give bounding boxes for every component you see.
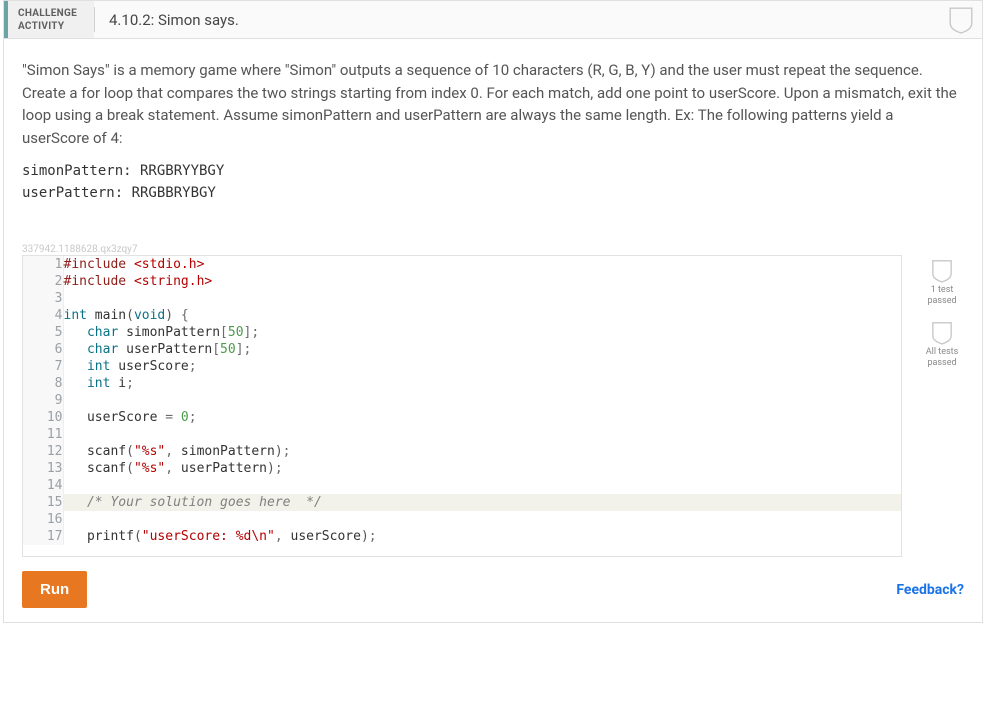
code-line[interactable]: 9 — [23, 392, 901, 409]
gutter: 5 — [23, 324, 63, 341]
code-line[interactable]: 11 — [23, 426, 901, 443]
code-line[interactable]: 6 char userPattern[50]; — [23, 341, 901, 358]
problem-description: "Simon Says" is a memory game where "Sim… — [4, 39, 982, 153]
code-editor-scroll[interactable]: 1#include <stdio.h>2#include <string.h>3… — [23, 256, 901, 556]
gutter: 1 — [23, 256, 63, 273]
code-line[interactable]: 17 printf("userScore: %d\n", userScore); — [23, 528, 901, 545]
gutter: 2 — [23, 273, 63, 290]
gutter: 11 — [23, 426, 63, 443]
challenge-activity-panel: CHALLENGE ACTIVITY 4.10.2: Simon says. "… — [3, 0, 983, 623]
code-line[interactable]: 5 char simonPattern[50]; — [23, 324, 901, 341]
gutter: 15 — [23, 494, 63, 511]
code-editor[interactable]: 1#include <stdio.h>2#include <string.h>3… — [22, 255, 902, 557]
gutter: 14 — [23, 477, 63, 494]
gutter: 7 — [23, 358, 63, 375]
gutter: 8 — [23, 375, 63, 392]
code-line[interactable]: 2#include <string.h> — [23, 273, 901, 290]
gutter: 10 — [23, 409, 63, 426]
code-cell[interactable]: char userPattern[50]; — [63, 341, 901, 358]
example-patterns: simonPattern: RRGBRYYBGY userPattern: RR… — [4, 153, 982, 244]
code-cell[interactable] — [63, 392, 901, 409]
code-line[interactable]: 13 scanf("%s", userPattern); — [23, 460, 901, 477]
code-line[interactable]: 7 int userScore; — [23, 358, 901, 375]
progress-shield — [940, 1, 982, 38]
badge-one-test: 1 test passed — [920, 259, 964, 307]
code-line[interactable]: 3 — [23, 290, 901, 307]
code-line[interactable]: 4int main(void) { — [23, 307, 901, 324]
badge-all-tests: All tests passed — [920, 321, 964, 369]
code-cell[interactable]: scanf("%s", userPattern); — [63, 460, 901, 477]
code-cell[interactable]: /* Your solution goes here */ — [63, 494, 901, 511]
gutter: 3 — [23, 290, 63, 307]
hash-id: 337942.1188628.qx3zqy7 — [4, 244, 982, 255]
editor-row: 1#include <stdio.h>2#include <string.h>3… — [4, 255, 982, 557]
code-line[interactable]: 15 /* Your solution goes here */ — [23, 494, 901, 511]
pattern-line-2: userPattern: RRGBBRYBGY — [22, 183, 964, 205]
shield-icon — [948, 6, 974, 34]
feedback-link[interactable]: Feedback? — [896, 582, 964, 598]
code-line[interactable]: 16 — [23, 511, 901, 528]
challenge-tag-line2: ACTIVITY — [18, 20, 84, 33]
gutter: 12 — [23, 443, 63, 460]
code-cell[interactable] — [63, 477, 901, 494]
code-cell[interactable]: scanf("%s", simonPattern); — [63, 443, 901, 460]
code-cell[interactable] — [63, 290, 901, 307]
page-title: 4.10.2: Simon says. — [95, 1, 253, 38]
code-cell[interactable]: char simonPattern[50]; — [63, 324, 901, 341]
code-cell[interactable]: #include <string.h> — [63, 273, 901, 290]
code-line[interactable]: 10 userScore = 0; — [23, 409, 901, 426]
code-cell[interactable]: int main(void) { — [63, 307, 901, 324]
code-line[interactable]: 14 — [23, 477, 901, 494]
gutter: 4 — [23, 307, 63, 324]
code-cell[interactable]: #include <stdio.h> — [63, 256, 901, 273]
badge-label: All tests passed — [920, 347, 964, 369]
shield-icon — [931, 259, 953, 283]
gutter: 16 — [23, 511, 63, 528]
gutter: 9 — [23, 392, 63, 409]
code-cell[interactable] — [63, 426, 901, 443]
code-cell[interactable] — [63, 511, 901, 528]
header: CHALLENGE ACTIVITY 4.10.2: Simon says. — [4, 1, 982, 39]
badge-label: 1 test passed — [920, 285, 964, 307]
gutter: 6 — [23, 341, 63, 358]
gutter: 17 — [23, 528, 63, 545]
code-line[interactable]: 8 int i; — [23, 375, 901, 392]
code-cell[interactable]: userScore = 0; — [63, 409, 901, 426]
test-badges-sidebar: 1 test passed All tests passed — [920, 255, 964, 557]
pattern-line-1: simonPattern: RRGBRYYBGY — [22, 161, 964, 183]
code-line[interactable]: 1#include <stdio.h> — [23, 256, 901, 273]
code-table: 1#include <stdio.h>2#include <string.h>3… — [23, 256, 901, 545]
challenge-tag: CHALLENGE ACTIVITY — [4, 1, 94, 38]
code-cell[interactable]: int i; — [63, 375, 901, 392]
code-cell[interactable]: printf("userScore: %d\n", userScore); — [63, 528, 901, 545]
gutter: 13 — [23, 460, 63, 477]
footer: Run Feedback? — [4, 557, 982, 622]
run-button[interactable]: Run — [22, 571, 87, 608]
challenge-tag-line1: CHALLENGE — [18, 7, 84, 20]
code-cell[interactable]: int userScore; — [63, 358, 901, 375]
code-line[interactable]: 12 scanf("%s", simonPattern); — [23, 443, 901, 460]
shield-icon — [931, 321, 953, 345]
